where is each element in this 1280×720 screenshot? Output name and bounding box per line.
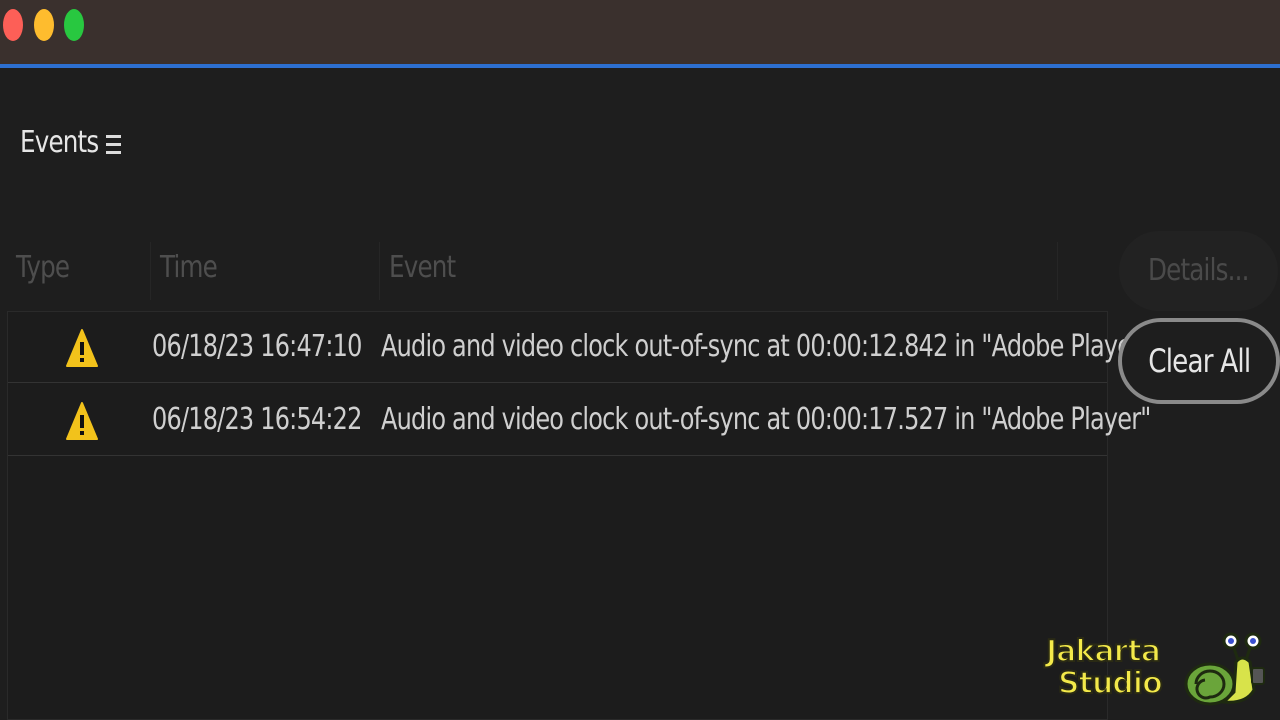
watermark-line2: Studio	[1057, 666, 1164, 701]
close-window-button[interactable]	[3, 9, 23, 41]
event-time: 06/18/23 16:54:22	[152, 402, 362, 437]
events-panel: Events Type Time Event 06/18/23 16:47:10…	[0, 68, 1280, 720]
clear-all-button[interactable]: Clear All	[1118, 318, 1280, 404]
panel-title: Events	[20, 125, 99, 160]
snail-mascot-icon	[1184, 632, 1265, 706]
event-time: 06/18/23 16:47:10	[152, 329, 362, 364]
details-button[interactable]: Details...	[1119, 231, 1278, 311]
events-list[interactable]: 06/18/23 16:47:10 Audio and video clock …	[7, 311, 1151, 720]
maximize-window-button[interactable]	[64, 9, 84, 41]
details-button-label: Details...	[1148, 253, 1249, 288]
column-header-type[interactable]: Type	[16, 248, 70, 288]
warning-icon	[66, 402, 98, 440]
column-header-event[interactable]: Event	[389, 248, 456, 288]
column-divider[interactable]	[379, 242, 380, 300]
watermark-logo: Jakarta Studio	[1040, 628, 1270, 710]
column-header-time[interactable]: Time	[160, 248, 218, 288]
table-row[interactable]: 06/18/23 16:47:10 Audio and video clock …	[8, 312, 1151, 383]
table-row[interactable]: 06/18/23 16:54:22 Audio and video clock …	[8, 385, 1151, 456]
warning-icon	[66, 329, 98, 367]
window-titlebar	[0, 0, 1280, 64]
clear-all-button-label: Clear All	[1147, 342, 1251, 380]
minimize-window-button[interactable]	[34, 9, 54, 41]
hamburger-menu-icon[interactable]	[104, 132, 124, 156]
column-divider[interactable]	[1057, 242, 1058, 300]
event-message: Audio and video clock out-of-sync at 00:…	[381, 329, 1151, 364]
column-divider[interactable]	[150, 242, 151, 300]
watermark-line1: Jakarta	[1045, 634, 1162, 669]
event-message: Audio and video clock out-of-sync at 00:…	[381, 402, 1151, 437]
